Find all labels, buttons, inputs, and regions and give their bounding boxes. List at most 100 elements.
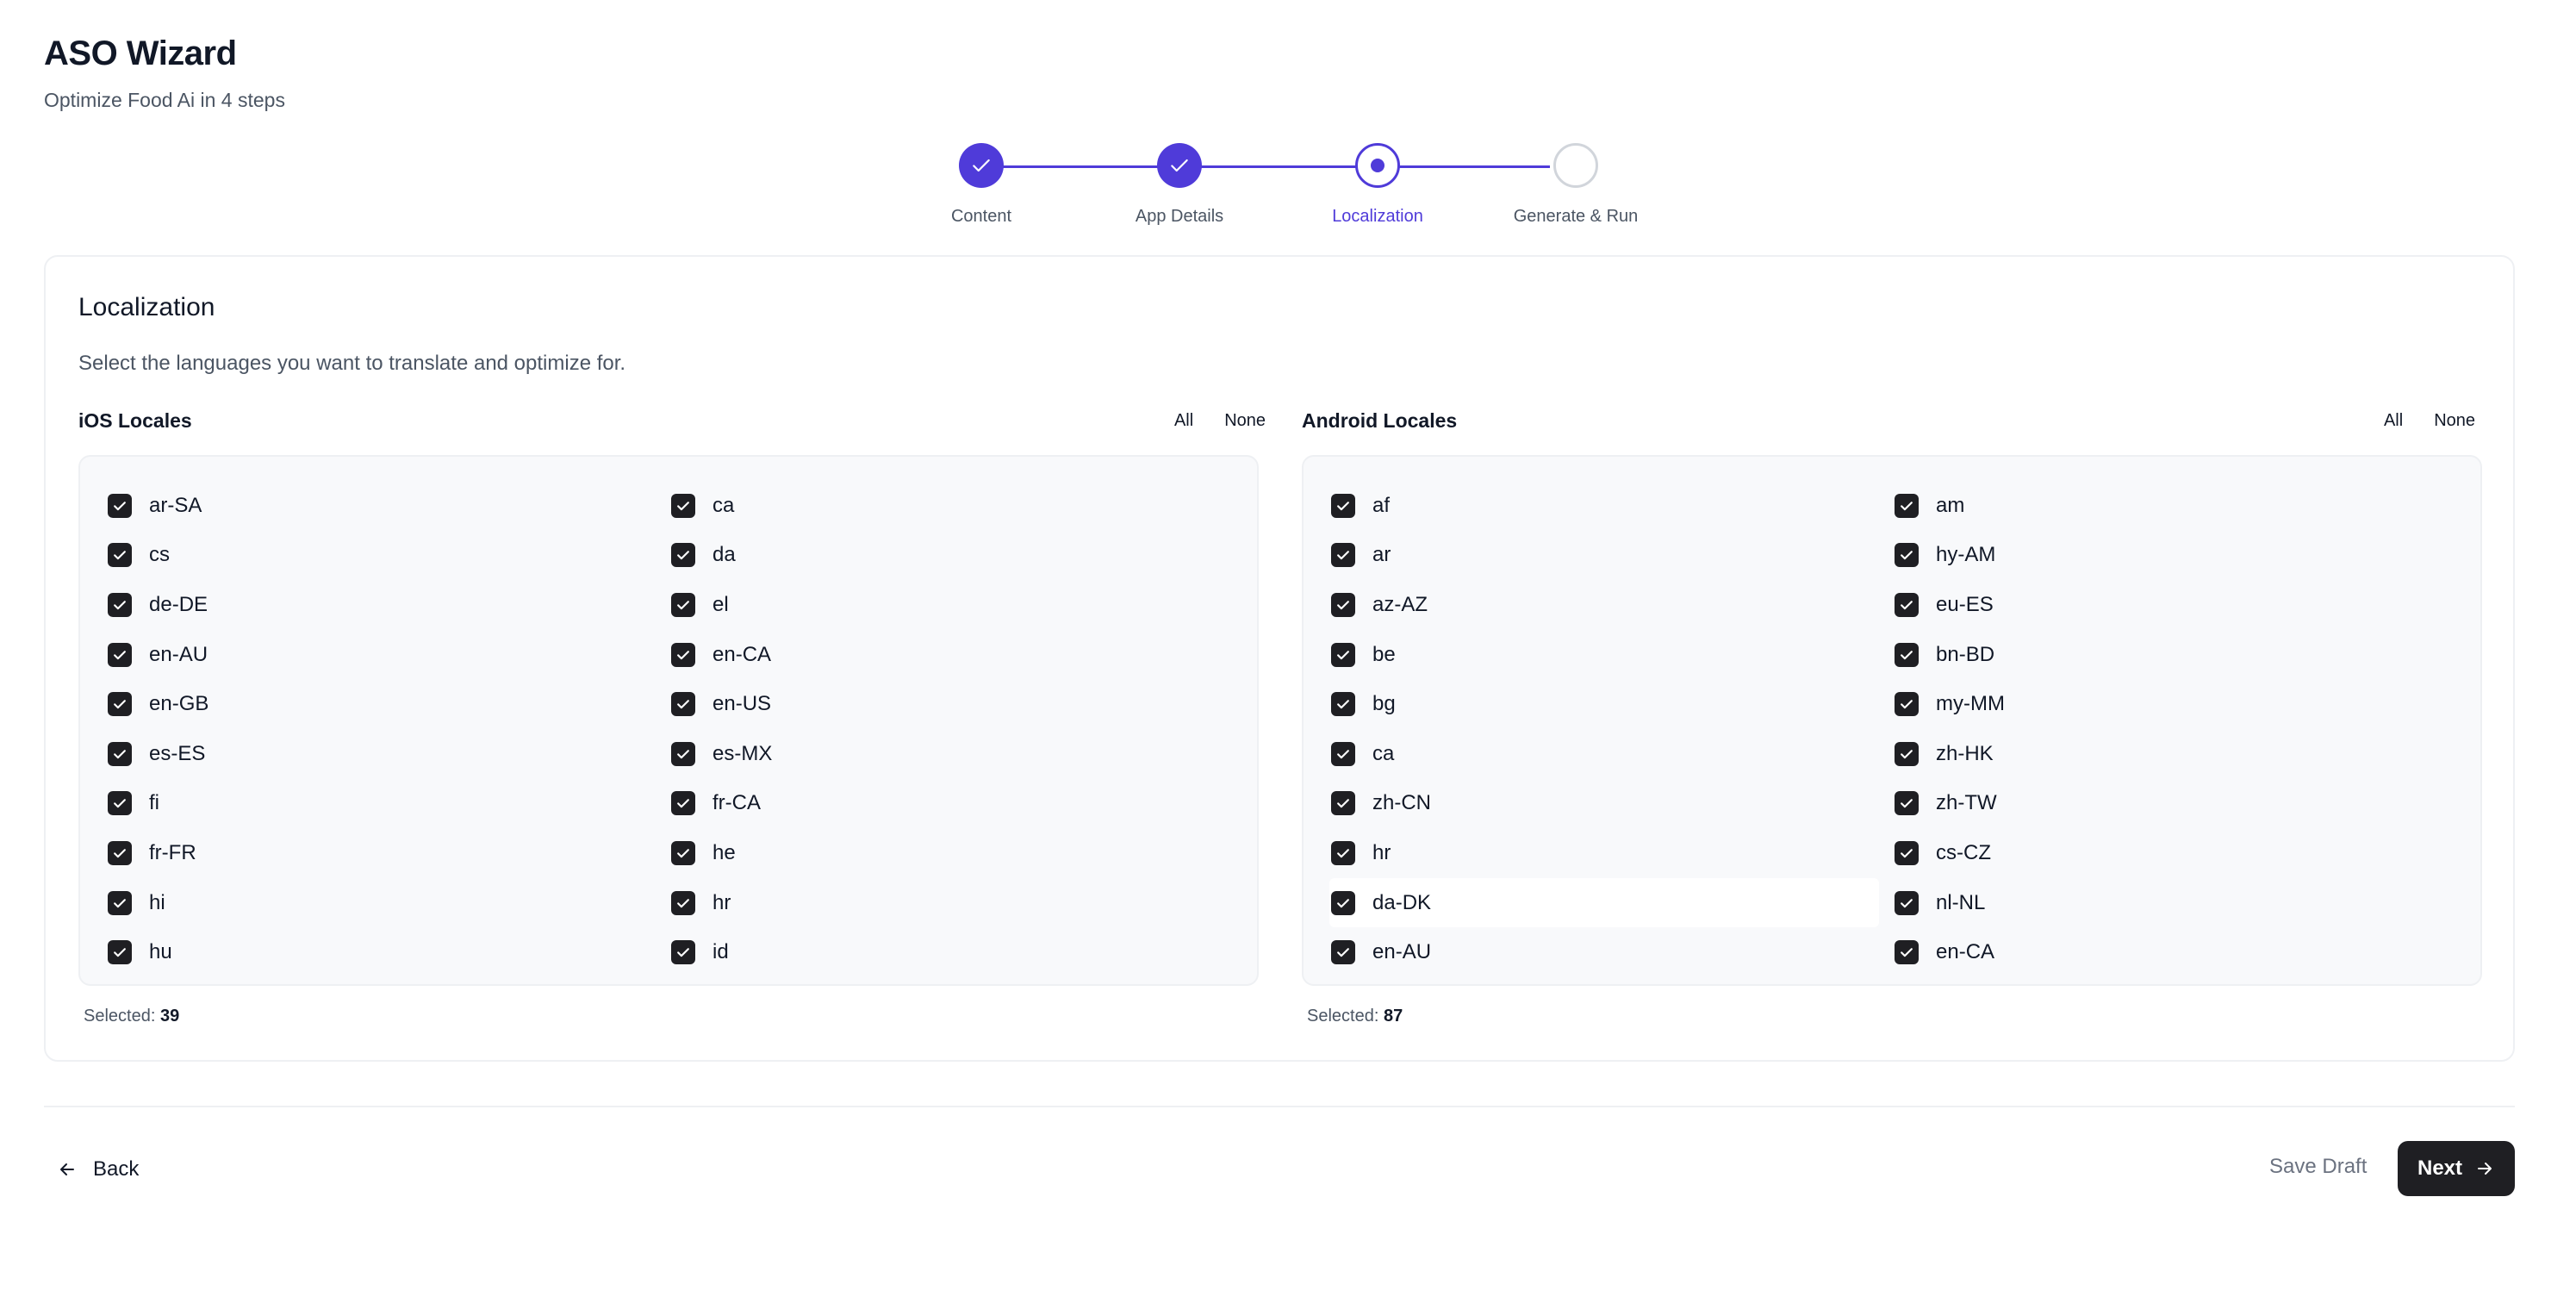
locale-option-en-au[interactable]: en-AU xyxy=(106,630,669,680)
android-locale-list[interactable]: af am ar hy-AM az-AZ eu-ES be bn-BD bg my-MM ca zh-… xyxy=(1302,455,2482,986)
locale-checkbox[interactable] xyxy=(1331,642,1355,667)
locale-option-da[interactable]: da xyxy=(669,531,1233,581)
locale-checkbox[interactable] xyxy=(1895,543,1919,568)
locale-checkbox[interactable] xyxy=(671,692,695,717)
locale-checkbox[interactable] xyxy=(671,940,695,965)
checkmark-icon xyxy=(677,601,689,610)
android-select-none-button[interactable]: None xyxy=(2427,408,2482,434)
locale-checkbox[interactable] xyxy=(108,642,132,667)
locale-checkbox[interactable] xyxy=(671,592,695,617)
selected-count-value: 39 xyxy=(159,1007,180,1026)
locale-checkbox[interactable] xyxy=(108,741,132,766)
locale-option-en-ca[interactable]: en-CA xyxy=(669,630,1233,680)
locale-checkbox[interactable] xyxy=(1895,791,1919,816)
ios-select-none-button[interactable]: None xyxy=(1217,408,1272,434)
next-button[interactable]: Next xyxy=(2398,1141,2515,1196)
locale-option-fi[interactable]: fi xyxy=(106,779,669,829)
locale-checkbox[interactable] xyxy=(671,642,695,667)
locale-checkbox[interactable] xyxy=(671,493,695,518)
locale-option-fr-ca[interactable]: fr-CA xyxy=(669,779,1233,829)
checkmark-icon xyxy=(677,898,689,907)
locale-option-bn-bd[interactable]: bn-BD xyxy=(1893,630,2456,680)
locale-checkbox[interactable] xyxy=(1331,493,1355,518)
locale-option-hr[interactable]: hr xyxy=(1329,828,1893,878)
locale-checkbox[interactable] xyxy=(1895,493,1919,518)
back-button[interactable]: Back xyxy=(57,1151,139,1188)
locale-option-id[interactable]: id xyxy=(669,927,1233,977)
locale-checkbox[interactable] xyxy=(1331,791,1355,816)
locale-option-hi[interactable]: hi xyxy=(106,878,669,928)
locale-option-hy-am[interactable]: hy-AM xyxy=(1893,531,2456,581)
locale-checkbox[interactable] xyxy=(1895,890,1919,915)
locale-option-hu[interactable]: hu xyxy=(106,927,669,977)
locale-option-be[interactable]: be xyxy=(1329,630,1893,680)
locale-checkbox[interactable] xyxy=(1895,642,1919,667)
locale-checkbox[interactable] xyxy=(1331,890,1355,915)
locale-option-ar-sa[interactable]: ar-SA xyxy=(106,481,669,531)
locale-option-es-es[interactable]: es-ES xyxy=(106,729,669,779)
locale-option-ca[interactable]: ca xyxy=(669,481,1233,531)
locale-checkbox[interactable] xyxy=(1331,741,1355,766)
locale-checkbox[interactable] xyxy=(108,840,132,865)
locale-option-am[interactable]: am xyxy=(1893,481,2456,531)
locale-option-fr-fr[interactable]: fr-FR xyxy=(106,828,669,878)
locale-checkbox[interactable] xyxy=(1331,543,1355,568)
locale-checkbox[interactable] xyxy=(108,791,132,816)
locale-option-hr[interactable]: hr xyxy=(669,878,1233,928)
locale-option-de-de[interactable]: de-DE xyxy=(106,580,669,630)
locale-checkbox[interactable] xyxy=(1895,741,1919,766)
locale-option-my-mm[interactable]: my-MM xyxy=(1893,679,2456,729)
locale-checkbox[interactable] xyxy=(1331,840,1355,865)
android-locales-title: Android Locales xyxy=(1302,408,1458,432)
step-generate-run[interactable]: Generate & Run xyxy=(1477,143,1675,227)
step-localization[interactable]: Localization xyxy=(1279,143,1477,227)
ios-locale-list[interactable]: ar-SA ca cs da de-DE el en-AU en-CA en-GB en-US es… xyxy=(78,455,1259,986)
locale-checkbox[interactable] xyxy=(1331,592,1355,617)
locale-checkbox[interactable] xyxy=(1331,692,1355,717)
locale-option-zh-tw[interactable]: zh-TW xyxy=(1893,779,2456,829)
locale-option-bg[interactable]: bg xyxy=(1329,679,1893,729)
locale-checkbox[interactable] xyxy=(671,840,695,865)
locale-option-nl-nl[interactable]: nl-NL xyxy=(1893,878,2456,928)
locale-checkbox[interactable] xyxy=(671,741,695,766)
locale-option-en-us[interactable]: en-US xyxy=(669,679,1233,729)
locale-label: ar-SA xyxy=(149,493,202,517)
locale-option-cs[interactable]: cs xyxy=(106,531,669,581)
locale-option-en-gb[interactable]: en-GB xyxy=(106,679,669,729)
locale-option-el[interactable]: el xyxy=(669,580,1233,630)
locale-option-zh-hk[interactable]: zh-HK xyxy=(1893,729,2456,779)
save-draft-button[interactable]: Save Draft xyxy=(2269,1155,2367,1179)
locale-option-af[interactable]: af xyxy=(1329,481,1893,531)
locale-checkbox[interactable] xyxy=(1895,592,1919,617)
locale-checkbox[interactable] xyxy=(1331,940,1355,965)
locale-checkbox[interactable] xyxy=(108,592,132,617)
ios-select-all-button[interactable]: All xyxy=(1167,408,1200,434)
locale-checkbox[interactable] xyxy=(671,791,695,816)
locale-checkbox[interactable] xyxy=(108,543,132,568)
locale-checkbox[interactable] xyxy=(108,940,132,965)
locale-checkbox[interactable] xyxy=(1895,692,1919,717)
android-locales-header: Android Locales All None xyxy=(1302,403,2482,438)
locale-checkbox[interactable] xyxy=(108,890,132,915)
step-app-details[interactable]: App Details xyxy=(1080,143,1279,227)
locale-checkbox[interactable] xyxy=(108,692,132,717)
locale-option-zh-cn[interactable]: zh-CN xyxy=(1329,779,1893,829)
locale-checkbox[interactable] xyxy=(1895,840,1919,865)
android-select-all-button[interactable]: All xyxy=(2377,408,2410,434)
locale-option-eu-es[interactable]: eu-ES xyxy=(1893,580,2456,630)
locale-checkbox[interactable] xyxy=(671,543,695,568)
locale-checkbox[interactable] xyxy=(108,493,132,518)
locale-option-he[interactable]: he xyxy=(669,828,1233,878)
locale-option-es-mx[interactable]: es-MX xyxy=(669,729,1233,779)
locale-option-az-az[interactable]: az-AZ xyxy=(1329,580,1893,630)
locale-option-en-au[interactable]: en-AU xyxy=(1329,927,1893,977)
locale-option-ar[interactable]: ar xyxy=(1329,531,1893,581)
locale-option-ca[interactable]: ca xyxy=(1329,729,1893,779)
locale-checkbox[interactable] xyxy=(671,890,695,915)
locale-option-cs-cz[interactable]: cs-CZ xyxy=(1893,828,2456,878)
locale-option-da-dk[interactable]: da-DK xyxy=(1329,877,1879,928)
locale-label: de-DE xyxy=(149,592,208,616)
locale-option-en-ca[interactable]: en-CA xyxy=(1893,927,2456,977)
locale-checkbox[interactable] xyxy=(1895,940,1919,965)
step-content[interactable]: Content xyxy=(882,143,1080,227)
